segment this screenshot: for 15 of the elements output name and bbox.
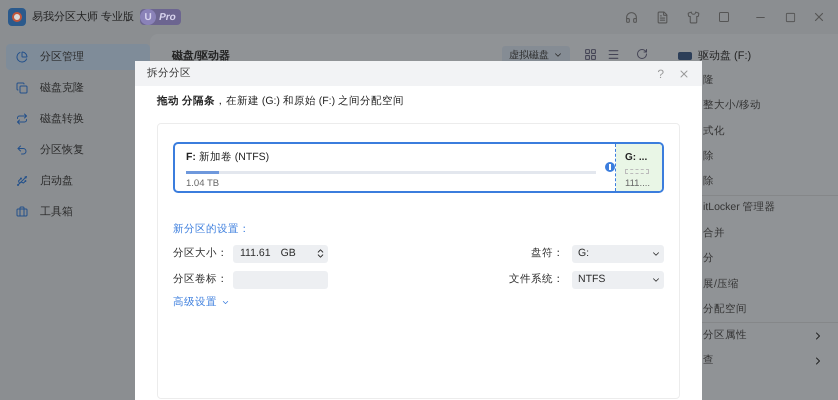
dialog-title: 拆分分区 bbox=[147, 66, 191, 81]
section-heading: 磁盘/驱动器 bbox=[172, 49, 230, 64]
new-partition-size: 111.... bbox=[625, 176, 651, 190]
settings-title: 新分区的设置： bbox=[173, 222, 251, 237]
partition-name: F: 新加卷 (NTFS) bbox=[186, 150, 270, 165]
instruction-text: 拖动 分隔条，在新建 (G:) 和原始 (F:) 之间分配空间 bbox=[157, 94, 405, 109]
file-system-label: 文件系统： bbox=[509, 272, 565, 287]
new-partition-name: G: ... bbox=[625, 150, 648, 165]
partition-size: 1.04 TB bbox=[186, 176, 220, 190]
volume-label: 分区卷标： bbox=[173, 272, 229, 287]
drive-letter-label: 盘符： bbox=[531, 246, 565, 261]
pro-badge: U Pro bbox=[140, 9, 181, 25]
app-title: 易我分区大师 专业版 bbox=[32, 10, 134, 25]
size-label: 分区大小： bbox=[173, 246, 229, 261]
drive-title: 驱动盘 (F:) bbox=[698, 48, 752, 64]
